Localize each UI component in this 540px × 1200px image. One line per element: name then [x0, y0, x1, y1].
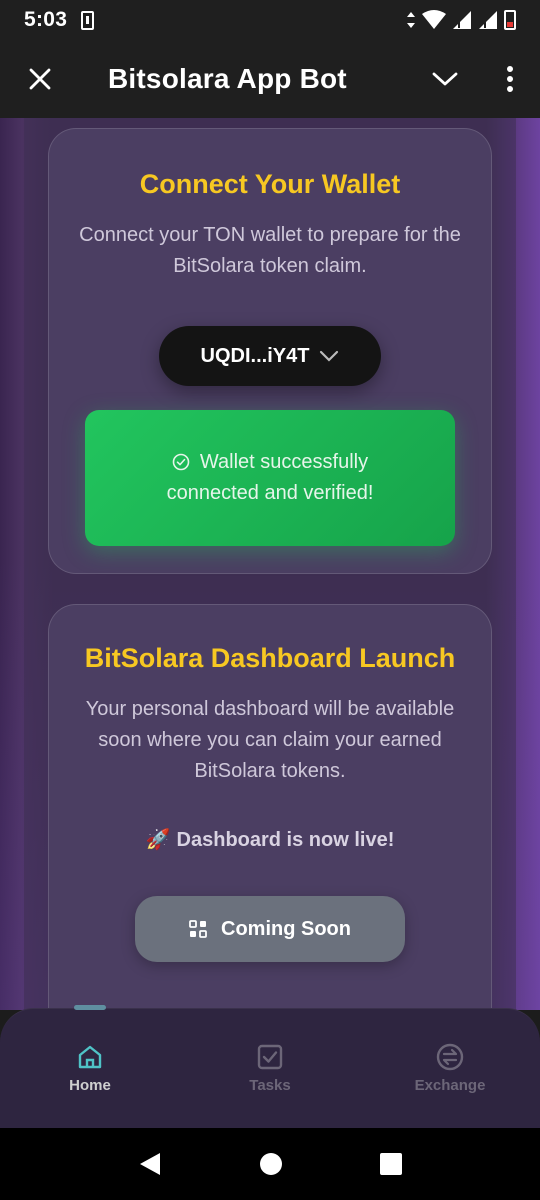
nav-item-home[interactable]: Home [0, 1009, 180, 1128]
close-button[interactable] [0, 40, 80, 118]
recents-icon[interactable] [379, 1153, 402, 1175]
dashboard-card-title: BitSolara Dashboard Launch [84, 643, 456, 673]
success-message-box: Wallet successfully connected and verifi… [85, 410, 455, 546]
active-tab-indicator [74, 1005, 106, 1010]
more-button[interactable] [480, 40, 540, 118]
nav-item-exchange[interactable]: Exchange [360, 1009, 540, 1128]
dashboard-card: BitSolara Dashboard Launch Your personal… [48, 604, 492, 1010]
nav-label-exchange: Exchange [414, 1077, 486, 1094]
coming-soon-button[interactable]: Coming Soon [135, 896, 405, 962]
app-title: Bitsolara App Bot [108, 63, 347, 94]
status-icons [406, 10, 516, 30]
data-arrows-icon [407, 12, 415, 28]
app-bar: Bitsolara App Bot [0, 40, 540, 118]
chevron-down-icon [432, 72, 458, 86]
nav-label-tasks: Tasks [249, 1077, 291, 1094]
wallet-card: Connect Your Wallet Connect your TON wal… [48, 128, 492, 574]
wallet-card-title: Connect Your Wallet [139, 169, 401, 199]
dashboard-grid-icon [189, 920, 207, 938]
status-time: 5:03 [24, 8, 68, 31]
home-icon [78, 1045, 102, 1069]
battery-icon [504, 10, 516, 30]
signal-icon-2 [479, 11, 497, 29]
more-vertical-icon [507, 66, 513, 92]
dashboard-live-status: 🚀 Dashboard is now live! [49, 827, 491, 852]
chevron-down-icon [320, 350, 339, 362]
main-content[interactable]: Connect Your Wallet Connect your TON wal… [0, 118, 540, 1010]
wallet-card-description: Connect your TON wallet to prepare for t… [79, 224, 461, 277]
nav-label-home: Home [69, 1077, 111, 1094]
check-circle-icon [172, 453, 190, 471]
wifi-icon [422, 10, 446, 29]
live-status-text: Dashboard is now live! [176, 829, 395, 851]
wallet-address-button[interactable]: UQDI...iY4T [159, 326, 381, 386]
exchange-icon [436, 1043, 464, 1071]
wallet-address: UQDI...iY4T [200, 344, 310, 367]
nav-item-tasks[interactable]: Tasks [180, 1009, 360, 1128]
bottom-navigation: Home Tasks Exchange [0, 1005, 540, 1128]
signal-icon [453, 11, 471, 29]
status-bar: 5:03 [0, 0, 540, 40]
dashboard-card-description: Your personal dashboard will be availabl… [85, 698, 455, 782]
tasks-icon [257, 1044, 283, 1070]
success-message: Wallet successfully connected and verifi… [166, 451, 374, 504]
notification-icon [81, 10, 95, 30]
back-icon[interactable] [138, 1151, 162, 1177]
coming-soon-label: Coming Soon [221, 917, 351, 940]
rocket-icon: 🚀 [145, 829, 171, 851]
system-navigation-bar [0, 1128, 540, 1200]
collapse-button[interactable] [410, 40, 480, 118]
home-circle-icon[interactable] [259, 1152, 283, 1176]
close-icon [29, 68, 51, 90]
